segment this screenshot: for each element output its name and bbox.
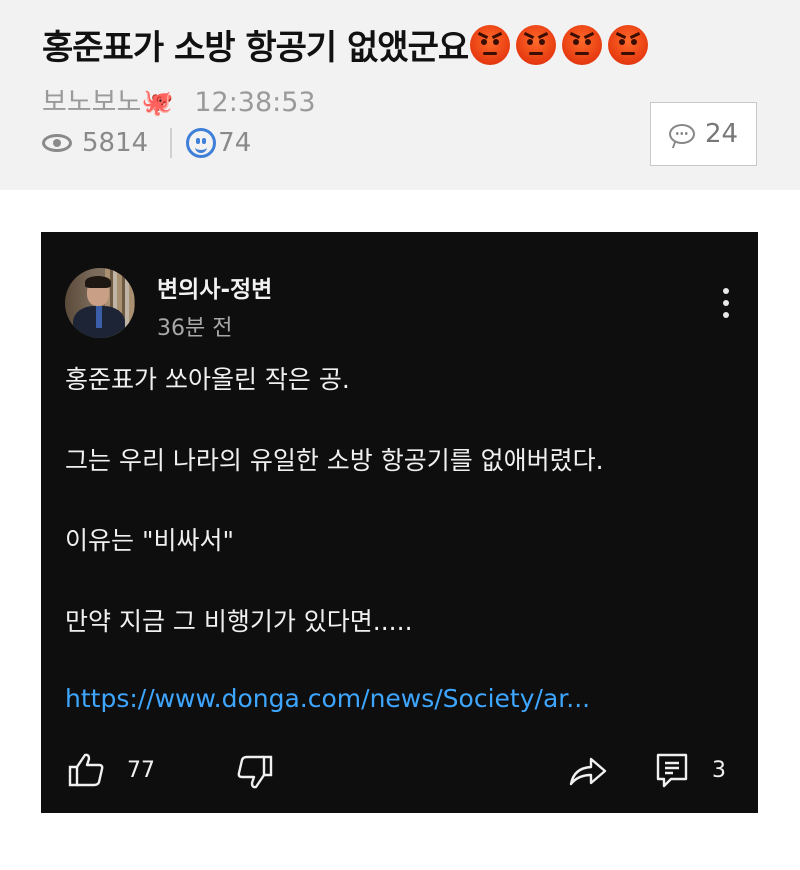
angry-face-icon	[562, 25, 603, 65]
channel-name[interactable]: 변의사-정변	[157, 270, 272, 304]
comment-bubble-icon	[668, 124, 695, 144]
thumb-up-count: 77	[127, 758, 155, 783]
view-count: 5814	[82, 128, 149, 158]
stats-line: 5814 74	[42, 128, 251, 158]
post-line-2: 그는 우리 나라의 유일한 소방 항공기를 없애버렸다.	[65, 446, 604, 475]
author-name[interactable]: 보노보노	[42, 87, 141, 118]
post-header: 홍준표가 소방 항공기 없앴군요 보노보노🐙 12:38:53 5814 74 …	[0, 0, 800, 190]
post-line-3: 이유는 "비싸서"	[65, 526, 234, 555]
angry-face-icon	[470, 25, 511, 65]
smiley-icon[interactable]	[186, 128, 217, 158]
more-vert-icon[interactable]	[723, 288, 729, 322]
post-line-4: 만약 지금 그 비행기가 있다면.....	[65, 607, 413, 636]
thumb-down-icon[interactable]	[236, 754, 274, 790]
article-link[interactable]: https://www.donga.com/news/Society/ar...	[65, 684, 590, 713]
posted-ago: 36분 전	[157, 316, 233, 341]
angry-emoji-group	[470, 25, 654, 68]
embedded-community-post: 변의사-정변 36분 전 홍준표가 쏘아올린 작은 공. 그는 우리 나라의 유…	[41, 232, 758, 813]
comment-count: 24	[704, 119, 739, 149]
comments-button[interactable]: 24	[650, 102, 757, 166]
post-line-1: 홍준표가 쏘아올린 작은 공.	[65, 365, 350, 394]
share-icon[interactable]	[568, 754, 608, 788]
avatar[interactable]	[65, 268, 135, 338]
thumb-up-icon[interactable]	[67, 752, 105, 788]
like-count: 74	[218, 128, 252, 158]
post-time: 12:38:53	[194, 87, 316, 118]
eye-icon	[42, 134, 72, 152]
post-title-text: 홍준표가 소방 항공기 없앴군요	[42, 28, 469, 68]
divider	[170, 128, 173, 158]
reply-count: 3	[712, 758, 726, 783]
angry-face-icon	[516, 25, 557, 65]
action-bar: 77 3	[41, 752, 758, 792]
author-line: 보노보노🐙 12:38:53	[42, 80, 316, 119]
reply-icon[interactable]	[655, 752, 689, 790]
octopus-badge-icon: 🐙	[141, 88, 174, 118]
post-title: 홍준표가 소방 항공기 없앴군요	[42, 20, 782, 69]
angry-face-icon	[608, 25, 649, 65]
